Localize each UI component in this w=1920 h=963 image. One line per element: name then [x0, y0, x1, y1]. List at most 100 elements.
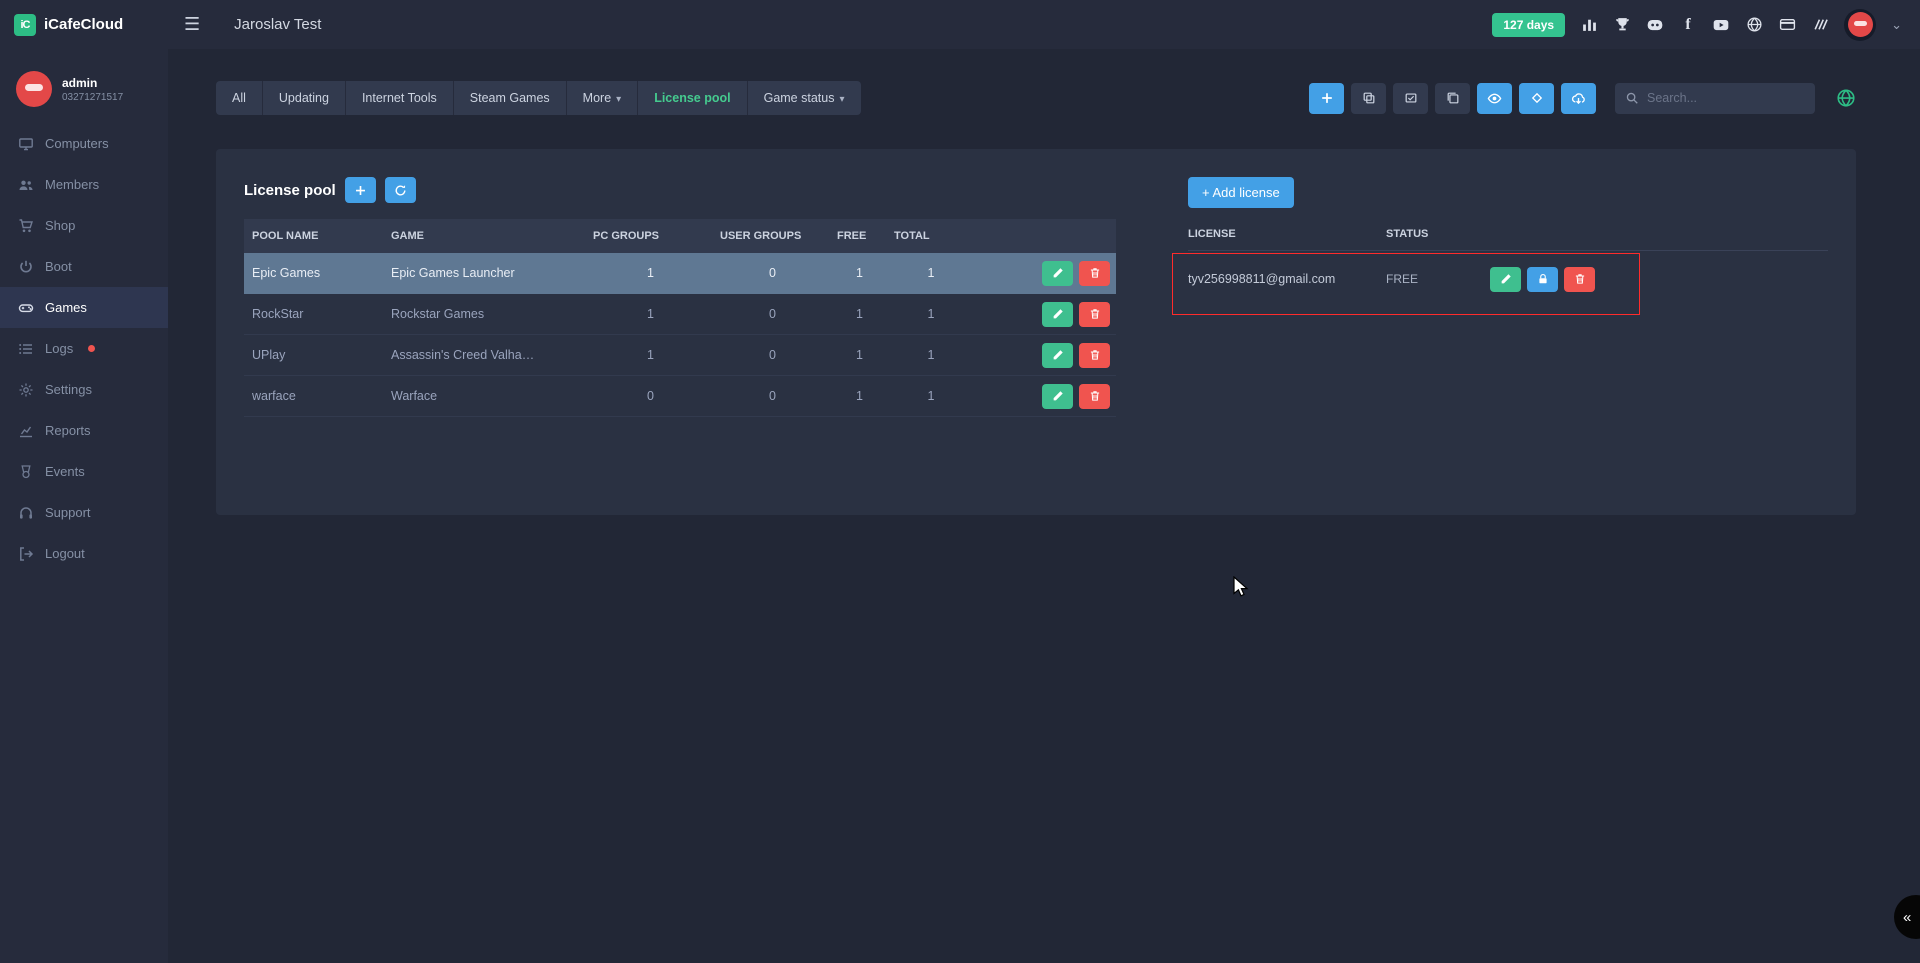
pool-row-epic-games[interactable]: Epic Games Epic Games Launcher 1 0 1 1	[244, 253, 1116, 294]
payment-card-icon[interactable]	[1778, 16, 1796, 34]
tab-label: Updating	[279, 91, 329, 105]
trash-icon	[1089, 267, 1101, 279]
chevron-down-icon[interactable]: ⌄	[1891, 17, 1902, 33]
caret-down-icon: ▾	[839, 94, 844, 105]
delete-license-button[interactable]	[1564, 267, 1595, 292]
sidebar-item-logs[interactable]: Logs	[0, 328, 168, 369]
pool-row-rockstar[interactable]: RockStar Rockstar Games 1 0 1 1	[244, 294, 1116, 335]
edit-license-button[interactable]	[1490, 267, 1521, 292]
edit-pool-button[interactable]	[1042, 343, 1073, 368]
license-row[interactable]: tyv256998811@gmail.com FREE	[1188, 251, 1828, 307]
sidebar-item-shop[interactable]: Shop	[0, 205, 168, 246]
license-rows: tyv256998811@gmail.com FREE	[1188, 251, 1828, 307]
monitor-icon	[18, 136, 34, 152]
sidebar-item-label: Boot	[45, 259, 72, 274]
pool-row-warface[interactable]: warface Warface 0 0 1 1	[244, 376, 1116, 417]
tab-game-status-dropdown[interactable]: Game status▾	[748, 81, 861, 115]
search-icon	[1625, 91, 1639, 105]
power-icon	[18, 259, 34, 275]
sidebar-item-boot[interactable]: Boot	[0, 246, 168, 287]
users-icon	[18, 177, 34, 193]
tab-all[interactable]: All	[216, 81, 263, 115]
sidebar-item-reports[interactable]: Reports	[0, 410, 168, 451]
duplicate-button[interactable]	[1351, 83, 1386, 114]
search-input[interactable]	[1647, 91, 1808, 105]
sidebar-item-label: Reports	[45, 423, 91, 438]
tab-internet-tools[interactable]: Internet Tools	[346, 81, 454, 115]
column-header: LICENSE	[1188, 228, 1386, 240]
pool-row-uplay[interactable]: UPlay Assassin's Creed Valha… 1 0 1 1	[244, 335, 1116, 376]
menu-toggle-icon[interactable]: ☰	[184, 14, 200, 35]
column-header: GAME	[385, 230, 587, 242]
globe-icon[interactable]	[1745, 16, 1763, 34]
pool-game: Epic Games Launcher	[385, 266, 587, 280]
sidebar-item-members[interactable]: Members	[0, 164, 168, 205]
lock-license-button[interactable]	[1527, 267, 1558, 292]
tab-license-pool[interactable]: License pool	[638, 81, 747, 115]
delete-pool-button[interactable]	[1079, 261, 1110, 286]
pool-game: Warface	[385, 389, 587, 403]
clone-button[interactable]	[1435, 83, 1470, 114]
pool-free: 1	[831, 389, 888, 403]
edit-pool-button[interactable]	[1042, 261, 1073, 286]
avatar-face	[1848, 12, 1873, 37]
cafe-title: Jaroslav Test	[234, 16, 321, 33]
sidebar-item-events[interactable]: Events	[0, 451, 168, 492]
sidebar-item-settings[interactable]: Settings	[0, 369, 168, 410]
sidebar-item-logout[interactable]: Logout	[0, 533, 168, 574]
add-license-button[interactable]: + Add license	[1188, 177, 1294, 208]
pool-free: 1	[831, 348, 888, 362]
delete-pool-button[interactable]	[1079, 384, 1110, 409]
pencil-icon	[1052, 349, 1064, 361]
pool-free: 1	[831, 266, 888, 280]
user-avatar[interactable]	[1844, 9, 1876, 41]
chevron-left-icon: «	[1903, 909, 1911, 926]
add-game-button[interactable]	[1309, 83, 1344, 114]
cloud-download-button[interactable]	[1561, 83, 1596, 114]
youtube-icon[interactable]	[1712, 16, 1730, 34]
edit-pool-button[interactable]	[1042, 384, 1073, 409]
tab-more-dropdown[interactable]: More▾	[567, 81, 639, 115]
diamond-icon	[1530, 91, 1544, 105]
sidebar-item-games[interactable]: Games	[0, 287, 168, 328]
column-header: USER GROUPS	[714, 230, 831, 242]
refresh-pools-button[interactable]	[385, 177, 416, 203]
pool-total: 1	[888, 266, 974, 280]
preview-button[interactable]	[1477, 83, 1512, 114]
pool-user-groups: 0	[714, 266, 831, 280]
add-pool-button[interactable]	[345, 177, 376, 203]
license-days-badge[interactable]: 127 days	[1492, 13, 1565, 37]
pool-pc-groups: 1	[587, 266, 714, 280]
sidebar-item-computers[interactable]: Computers	[0, 123, 168, 164]
pool-total: 1	[888, 389, 974, 403]
pencil-icon	[1052, 267, 1064, 279]
trophy-icon[interactable]	[1613, 16, 1631, 34]
facebook-icon[interactable]: f	[1679, 16, 1697, 34]
language-globe-icon[interactable]	[1836, 88, 1856, 108]
gear-icon	[18, 382, 34, 398]
diamond-button[interactable]	[1519, 83, 1554, 114]
cloud-download-icon	[1571, 91, 1586, 106]
edit-pool-button[interactable]	[1042, 302, 1073, 327]
tab-label: Steam Games	[470, 91, 550, 105]
pencil-icon	[1052, 390, 1064, 402]
discord-icon[interactable]	[1646, 16, 1664, 34]
pool-table-header: POOL NAME GAME PC GROUPS USER GROUPS FRE…	[244, 219, 1116, 253]
cart-icon	[18, 218, 34, 234]
license-status: FREE	[1386, 272, 1490, 286]
sidebar-avatar[interactable]	[16, 71, 52, 107]
delete-pool-button[interactable]	[1079, 343, 1110, 368]
verify-button[interactable]	[1393, 83, 1428, 114]
pool-total: 1	[888, 307, 974, 321]
column-header: POOL NAME	[244, 230, 385, 242]
sidebar-item-support[interactable]: Support	[0, 492, 168, 533]
logout-icon	[18, 546, 34, 562]
tab-steam-games[interactable]: Steam Games	[454, 81, 567, 115]
delete-pool-button[interactable]	[1079, 302, 1110, 327]
stats-icon[interactable]	[1580, 16, 1598, 34]
layers-icon[interactable]	[1811, 16, 1829, 34]
tab-updating[interactable]: Updating	[263, 81, 346, 115]
column-header-spacer	[1490, 228, 1828, 240]
sidebar-item-label: Shop	[45, 218, 75, 233]
pool-free: 1	[831, 307, 888, 321]
